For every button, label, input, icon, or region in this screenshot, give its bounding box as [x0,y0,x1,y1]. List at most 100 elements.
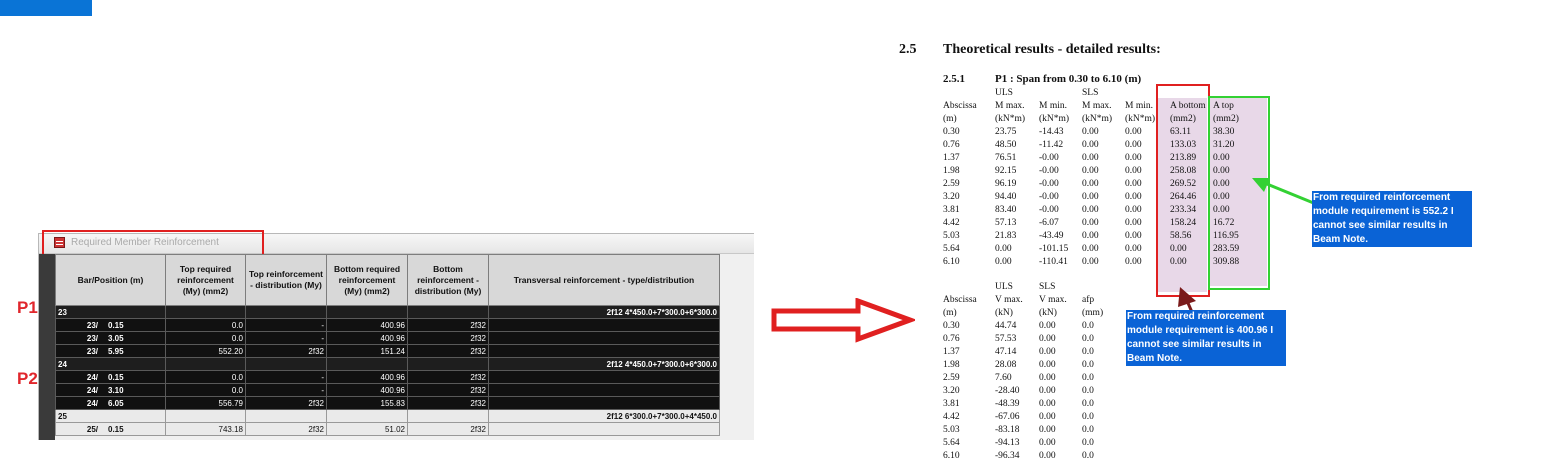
col-transversal[interactable]: Transversal reinforcement - type/distrib… [488,254,720,306]
moment-header-cell: A top [1213,101,1234,111]
top-req-cell: 0.0 [165,383,246,397]
table-row[interactable]: 24/3.10 0.0-400.96 2f32 [55,383,720,397]
shear-value-cell: 0.0 [1082,373,1094,383]
position-value: 6.05 [108,398,124,408]
moment-value-cell: 0.00 [1082,257,1099,267]
table-row[interactable]: 23/0.15 0.0-400.96 2f32 [55,318,720,332]
moment-value-cell: 3.20 [943,192,960,202]
table-row[interactable]: 25/0.15 743.18 2f32 51.02 2f32 [55,422,720,436]
moment-value-cell: 0.30 [943,127,960,137]
bot-req-cell: 400.96 [326,331,408,345]
shear-header-cell: afp [1082,295,1095,305]
position-value: 5.95 [108,346,124,356]
top-dist-cell: - [245,383,327,397]
required-member-reinforcement-window: Required Member Reinforcement Bar/Positi… [38,230,754,440]
moment-value-cell: -101.15 [1039,244,1069,254]
top-dist-cell: - [245,370,327,384]
moment-value-cell: 158.24 [1170,218,1197,228]
moment-value-cell: 0.00 [995,257,1012,267]
moment-value-cell: 258.08 [1170,166,1197,176]
shear-value-cell: -96.34 [995,451,1020,461]
shear-unit-cell: (kN) [995,308,1013,318]
moment-value-cell: 0.00 [1125,153,1142,163]
subsection-title: P1 : Span from 0.30 to 6.10 (m) [995,73,1142,85]
transversal-cell: 2f12 6*300.0+7*300.0+4*450.0 [488,409,720,423]
shear-value-cell: -28.40 [995,386,1020,396]
top-req-cell: 0.0 [165,318,246,332]
moment-value-cell: 1.98 [943,166,960,176]
table-row[interactable]: 24/0.15 0.0-400.96 2f32 [55,370,720,384]
moment-unit-cell: (kN*m) [1125,114,1156,124]
moment-value-cell: 5.03 [943,231,960,241]
shear-value-cell: 7.60 [995,373,1012,383]
empty-cell [488,331,720,345]
table-row[interactable]: 23/3.05 0.0-400.96 2f32 [55,331,720,345]
bar-id: 25/ [86,424,98,434]
moment-unit-cell: (kN*m) [1039,114,1070,124]
table-group-row[interactable]: 25 2f12 6*300.0+7*300.0+4*450.0 [55,409,720,423]
green-pointer-arrow-icon [1252,178,1317,206]
shear-value-cell: 0.0 [1082,425,1094,435]
moment-value-cell: 94.40 [995,192,1017,202]
right-arrow-icon [771,298,915,343]
table-group-row[interactable]: 24 2f12 4*450.0+7*300.0+6*300.0 [55,357,720,371]
table-group-row[interactable]: 23 2f12 4*450.0+7*300.0+6*300.0 [55,305,720,319]
moment-value-cell: 0.00 [1082,166,1099,176]
col-bottom-distribution[interactable]: Bottom reinforcement - distribution (My) [407,254,489,306]
top-dist-cell: - [245,318,327,332]
shear-value-cell: 0.00 [1039,321,1056,331]
moment-value-cell: -0.00 [1039,179,1059,189]
bot-req-cell: 400.96 [326,318,408,332]
moment-header-cell: M min. [1125,101,1153,111]
position-value: 0.15 [108,372,124,382]
moment-header-cell: A bottom [1170,101,1206,111]
moment-value-cell: 0.76 [943,140,960,150]
col-top-required[interactable]: Top required reinforcement (My) (mm2) [165,254,246,306]
shear-unit-cell: (m) [943,308,957,318]
table-row[interactable]: 24/6.05 556.79 2f32 155.83 2f32 [55,396,720,410]
shear-value-cell: 0.0 [1082,438,1094,448]
moment-value-cell: 0.00 [1082,192,1099,202]
moment-value-cell: -0.00 [1039,192,1059,202]
bottom-note-callout: From required reinforcement module requi… [1126,310,1286,366]
moment-value-cell: -14.43 [1039,127,1064,137]
moment-value-cell: 1.37 [943,153,960,163]
moment-value-cell: -43.49 [1039,231,1064,241]
bot-dist-cell: 2f32 [407,396,489,410]
row-selector-column[interactable] [39,254,55,440]
moment-value-cell: 0.00 [995,244,1012,254]
top-note-callout: From required reinforcement module requi… [1312,191,1472,247]
bot-dist-cell: 2f32 [407,370,489,384]
shear-value-cell: 0.00 [1039,438,1056,448]
empty-cell [488,370,720,384]
moment-value-cell: 264.46 [1170,192,1197,202]
col-bar-position[interactable]: Bar/Position (m) [55,254,166,306]
moment-value-cell: 23.75 [995,127,1017,137]
col-bottom-required[interactable]: Bottom required reinforcement (My) (mm2) [326,254,408,306]
table-row[interactable]: 23/5.95 552.20 2f32 151.24 2f32 [55,344,720,358]
empty-cell [407,409,489,423]
moment-value-cell: 57.13 [995,218,1017,228]
moment-value-cell: 31.20 [1213,140,1235,150]
shear-value-cell: 0.0 [1082,360,1094,370]
moment-value-cell: 116.95 [1213,231,1239,241]
top-req-cell: 0.0 [165,370,246,384]
position-value: 3.10 [108,385,124,395]
bar-id: 24/ [86,372,98,382]
empty-cell [488,318,720,332]
sls-group-label: SLS [1082,88,1099,98]
moment-value-cell: 0.00 [1213,166,1230,176]
col-top-distribution[interactable]: Top reinforcement - distribution (My) [245,254,327,306]
moment-value-cell: 283.59 [1213,244,1240,254]
bar-id: 23/ [86,333,98,343]
shear-value-cell: 5.64 [943,438,960,448]
empty-cell [488,396,720,410]
shear-value-cell: 0.0 [1082,321,1094,331]
p2-label: P2 [17,369,38,388]
bar-id: 23/ [86,320,98,330]
uls-group-label: ULS [995,88,1013,98]
p1-label: P1 [17,298,38,317]
moment-value-cell: 38.30 [1213,127,1235,137]
shear-value-cell: 0.0 [1082,347,1094,357]
bot-req-cell: 400.96 [326,370,408,384]
